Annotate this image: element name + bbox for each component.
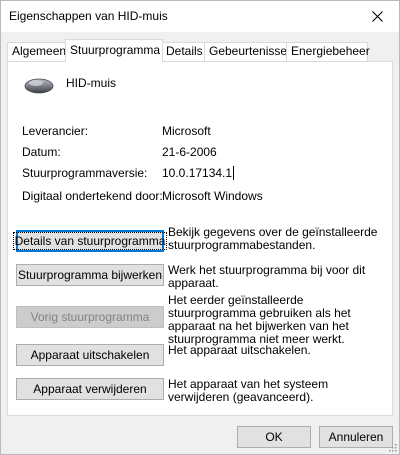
driver-details-button[interactable]: Details van stuurprogramma bbox=[12, 230, 168, 252]
driver-version-value[interactable]: 10.0.17134.1 bbox=[162, 166, 235, 180]
vendor-label: Leverancier: bbox=[22, 124, 89, 138]
tab-energiebeheer[interactable]: Energiebeheer bbox=[286, 42, 370, 61]
tab-stuurprogramma[interactable]: Stuurprogramma bbox=[65, 39, 163, 62]
mouse-icon bbox=[24, 76, 54, 97]
update-driver-button[interactable]: Stuurprogramma bijwerken bbox=[16, 264, 164, 286]
driver-panel: HID-muis Leverancier: Microsoft Datum: 2… bbox=[7, 61, 393, 416]
date-value: 21-6-2006 bbox=[162, 145, 217, 159]
driver-version-label: Stuurprogrammaversie: bbox=[22, 166, 148, 180]
window-title: Eigenschappen van HID-muis bbox=[9, 9, 168, 23]
disable-device-description: Het apparaat uitschakelen. bbox=[168, 343, 311, 357]
title-bar[interactable]: Eigenschappen van HID-muis bbox=[1, 1, 399, 32]
tab-algemeen[interactable]: Algemeen bbox=[7, 42, 67, 61]
uninstall-device-description: Het apparaat van het systeem verwijderen… bbox=[168, 377, 329, 404]
resize-grip-icon[interactable] bbox=[387, 442, 397, 452]
cancel-button[interactable]: Annuleren bbox=[319, 426, 393, 448]
update-driver-description: Werk het stuurprogramma bij voor dit app… bbox=[168, 263, 366, 290]
disable-device-button[interactable]: Apparaat uitschakelen bbox=[16, 344, 164, 366]
tab-gebeurtenissen[interactable]: Gebeurtenissen bbox=[204, 42, 294, 61]
date-label: Datum: bbox=[22, 145, 61, 159]
device-name: HID-muis bbox=[66, 76, 116, 90]
driver-details-description: Bekijk gegevens over de geïnstalleerde s… bbox=[168, 225, 378, 252]
close-icon bbox=[371, 11, 383, 22]
properties-dialog: Eigenschappen van HID-muis Algemeen Stuu… bbox=[0, 0, 400, 455]
digital-signer-value: Microsoft Windows bbox=[162, 189, 263, 203]
digital-signer-label: Digitaal ondertekend door: bbox=[22, 189, 163, 203]
uninstall-device-button[interactable]: Apparaat verwijderen bbox=[16, 378, 164, 400]
tab-strip: Algemeen Stuurprogramma Details Gebeurte… bbox=[7, 39, 393, 62]
roll-back-driver-description: Het eerder geïnstalleerde stuurprogramma… bbox=[168, 293, 351, 346]
vendor-value: Microsoft bbox=[162, 124, 211, 138]
ok-button[interactable]: OK bbox=[237, 426, 311, 448]
tab-details[interactable]: Details bbox=[161, 42, 206, 61]
close-button[interactable] bbox=[355, 1, 399, 32]
roll-back-driver-button: Vorig stuurprogramma bbox=[16, 306, 164, 328]
